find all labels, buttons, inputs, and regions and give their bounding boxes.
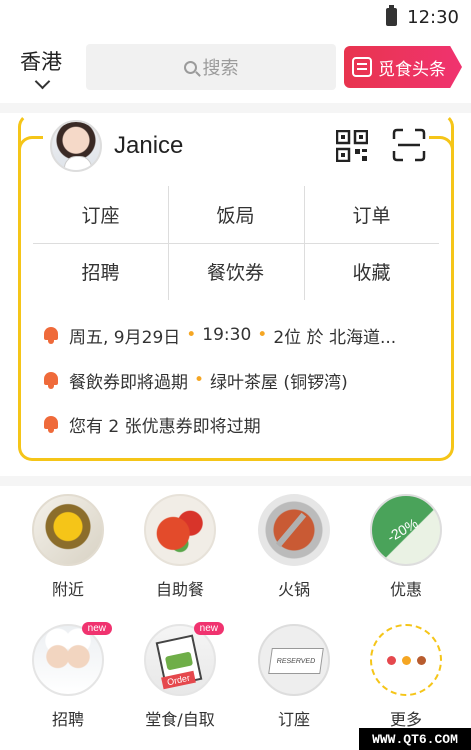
category-reserve[interactable]: RESERVED 订座 — [244, 624, 344, 730]
notice-text: 2位 於 北海道... — [273, 327, 397, 348]
notice-voucher-expiry[interactable]: 餐飲券即將過期 • 绿叶茶屋 (铜锣湾) — [42, 365, 348, 395]
chevron-down-icon[interactable] — [34, 73, 51, 90]
category-more[interactable]: 更多 — [356, 624, 456, 730]
new-badge: new — [81, 622, 112, 635]
notice-text: 周五, 9月29日 — [69, 327, 181, 348]
category-nearby[interactable]: 附近 — [18, 494, 118, 600]
more-dot — [416, 655, 426, 665]
separator-dot: • — [186, 325, 197, 345]
bell-icon — [42, 325, 60, 345]
watermark: WWW.QT6.COM — [359, 728, 471, 750]
more-dot — [386, 655, 396, 665]
notice-text: 19:30 — [202, 325, 252, 345]
quick-action-dinner-party[interactable]: 饭局 — [168, 186, 303, 243]
divider — [0, 103, 471, 113]
reserved-sign: RESERVED — [268, 648, 324, 674]
qr-code-icon[interactable] — [336, 130, 368, 162]
notice-text: 绿叶茶屋 (铜锣湾) — [210, 372, 348, 393]
header: 香港 搜索 觅食头条 — [0, 38, 471, 100]
category-hiring[interactable]: new 招聘 — [18, 622, 118, 730]
quick-action-vouchers[interactable]: 餐饮券 — [168, 243, 303, 300]
status-bar: 12:30 — [0, 0, 471, 34]
news-button-label: 觅食头条 — [378, 59, 446, 80]
category-deals[interactable]: -20% 优惠 — [356, 494, 456, 600]
bell-icon — [42, 370, 60, 390]
deals-icon: -20% — [370, 494, 442, 566]
separator-dot: • — [194, 370, 205, 390]
hotpot-icon — [258, 494, 330, 566]
category-hotpot[interactable]: 火锅 — [244, 494, 344, 600]
status-time: 12:30 — [407, 6, 459, 28]
notice-booking[interactable]: 周五, 9月29日 • 19:30 • 2位 於 北海道... — [42, 320, 396, 350]
bell-icon — [42, 414, 60, 434]
category-buffet[interactable]: 自助餐 — [130, 494, 230, 600]
quick-actions-grid: 订座 饭局 订单 招聘 餐饮券 收藏 — [33, 186, 439, 300]
deals-icon-text: -20% — [384, 514, 421, 546]
quick-action-reserve[interactable]: 订座 — [33, 186, 168, 243]
news-headlines-button[interactable]: 觅食头条 — [344, 46, 462, 88]
battery-icon — [386, 5, 398, 26]
new-badge: new — [193, 622, 224, 635]
category-label: 优惠 — [389, 580, 422, 599]
notice-text: 餐飲券即將過期 — [69, 372, 188, 393]
category-label: 附近 — [51, 580, 84, 599]
city-selector[interactable]: 香港 — [20, 46, 62, 76]
notice-coupon-expiry[interactable]: 您有 2 张优惠券即将过期 — [42, 409, 261, 439]
nearby-icon — [32, 494, 104, 566]
category-label: 招聘 — [51, 710, 84, 729]
notice-text: 您有 2 张优惠券即将过期 — [69, 416, 261, 437]
more-dot — [401, 655, 411, 665]
buffet-icon — [144, 494, 216, 566]
search-placeholder: 搜索 — [202, 58, 239, 79]
category-label: 堂食/自取 — [145, 710, 215, 729]
reserve-icon: RESERVED — [258, 624, 330, 696]
search-bar[interactable]: 搜索 — [86, 44, 336, 90]
category-takeout[interactable]: Order new 堂食/自取 — [130, 622, 230, 730]
category-label: 自助餐 — [155, 580, 204, 599]
category-label: 火锅 — [277, 580, 310, 599]
quick-action-favorites[interactable]: 收藏 — [304, 243, 439, 300]
user-name[interactable]: Janice — [114, 132, 183, 160]
category-label: 更多 — [389, 710, 422, 729]
category-label: 订座 — [277, 710, 310, 729]
news-icon — [352, 57, 372, 77]
avatar[interactable] — [50, 120, 102, 172]
divider — [0, 476, 471, 486]
quick-action-jobs[interactable]: 招聘 — [33, 243, 168, 300]
search-icon — [183, 60, 197, 74]
more-icon — [370, 624, 442, 696]
scan-icon[interactable] — [392, 128, 426, 162]
quick-action-orders[interactable]: 订单 — [304, 186, 439, 243]
separator-dot: • — [257, 325, 268, 345]
